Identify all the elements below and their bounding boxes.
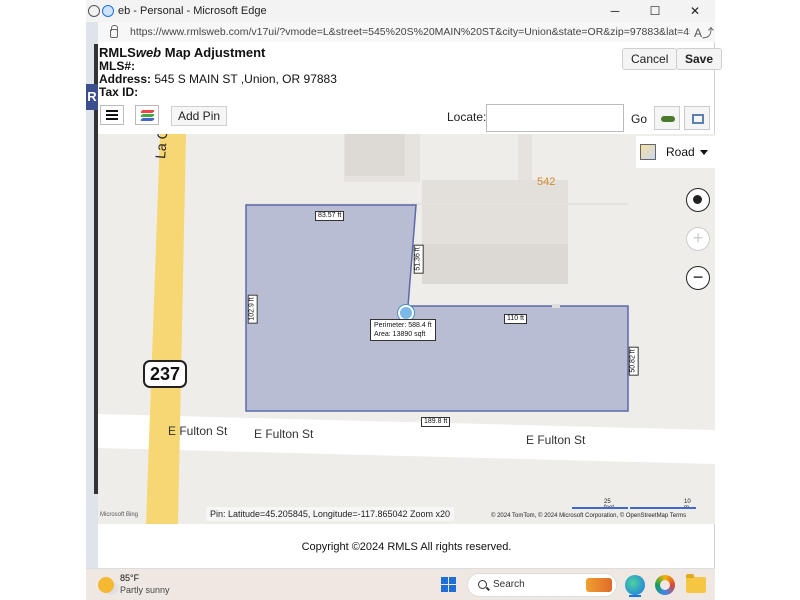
taxid-line: Tax ID: <box>99 85 139 99</box>
cancel-button[interactable]: Cancel <box>622 48 678 70</box>
map-style-label: Road <box>666 145 695 159</box>
window-title: eb - Personal - Microsoft Edge <box>118 5 267 17</box>
address-number-label: 542 <box>537 176 556 188</box>
windows-start-icon[interactable] <box>441 577 457 593</box>
url-text[interactable]: https://www.rmlsweb.com/v17ui/?vmode=L&s… <box>130 26 690 38</box>
measurement-bottom: 189.8 ft <box>421 417 451 427</box>
edge-icon[interactable] <box>102 5 114 17</box>
save-button[interactable]: Save <box>676 48 723 70</box>
close-button[interactable]: ✕ <box>675 0 715 22</box>
mls-line: MLS#: <box>99 59 135 73</box>
car-icon[interactable] <box>654 106 680 130</box>
copyright-text: Copyright ©2024 RMLS All rights reserved… <box>301 541 512 553</box>
minimize-button[interactable]: ─ <box>595 0 635 22</box>
file-explorer-icon[interactable] <box>686 574 706 593</box>
building-footprint <box>345 134 405 176</box>
locate-me-button[interactable] <box>686 188 710 212</box>
page-title: RMLSweb Map Adjustment <box>99 45 266 60</box>
search-highlight-icon <box>586 578 612 592</box>
zoom-out-button[interactable]: − <box>686 266 710 290</box>
address-bar[interactable]: https://www.rmlsweb.com/v17ui/?vmode=L&s… <box>98 22 715 42</box>
desktop-background-strip: R <box>86 0 98 568</box>
background-app-tab: R <box>86 84 98 110</box>
measurement-mid: 110 ft <box>504 314 527 324</box>
reader-view-icon[interactable]: A⤴ <box>694 24 714 41</box>
app-icon[interactable] <box>88 5 100 17</box>
partly-sunny-icon <box>98 577 114 593</box>
taskbar-search[interactable]: Search <box>467 573 617 597</box>
layers-icon[interactable] <box>135 105 159 125</box>
pin-coordinates: Pin: Latitude=45.205845, Longitude=-117.… <box>206 507 454 521</box>
hamburger-menu-icon[interactable] <box>100 105 124 125</box>
scale-meter-label: 10 m <box>684 499 691 511</box>
go-button[interactable]: Go <box>628 108 650 130</box>
map-toolbar: Add Pin Locate: Go <box>98 102 715 134</box>
measurement-right: 50.82 ft <box>628 346 639 376</box>
measurement-notch: 51.36 ft <box>413 244 424 274</box>
weather-condition: Partly sunny <box>120 585 170 595</box>
lock-icon[interactable] <box>110 24 118 38</box>
street-label: E Fulton St <box>526 433 586 447</box>
highway-road <box>146 134 186 524</box>
parcel-info-box: Perimeter: 588.4 ft Area: 13890 sqft <box>370 319 436 341</box>
address-line: Address: 545 S MAIN ST ,Union, OR 97883 <box>99 72 337 86</box>
browser-window: eb - Personal - Microsoft Edge ─ ☐ ✕ htt… <box>86 0 723 568</box>
bing-logo: Microsoft Bing <box>100 512 139 518</box>
zoom-in-button[interactable]: + <box>686 227 710 251</box>
search-label: Search <box>493 579 525 590</box>
street-label: E Fulton St <box>254 427 314 441</box>
road-map-icon <box>640 144 656 160</box>
map-style-selector[interactable]: Road <box>636 136 715 168</box>
chevron-down-icon <box>700 150 708 155</box>
edge-taskbar-icon[interactable] <box>625 575 645 597</box>
area-text: Area: 13890 sqft <box>374 331 426 338</box>
maximize-button[interactable]: ☐ <box>635 0 675 22</box>
print-icon[interactable] <box>684 106 710 130</box>
perimeter-text: Perimeter: 588.4 ft <box>374 322 432 329</box>
title-bar: eb - Personal - Microsoft Edge ─ ☐ ✕ <box>86 0 715 22</box>
building-footprint <box>518 134 532 182</box>
street-label: E Fulton St <box>168 424 228 438</box>
locate-input[interactable] <box>486 104 624 132</box>
scale-feet-label: 25 feet <box>604 499 614 511</box>
add-pin-button[interactable]: Add Pin <box>171 106 228 126</box>
fulton-street <box>98 414 715 464</box>
building-footprint <box>422 244 568 284</box>
search-icon <box>478 580 487 589</box>
page-footer: Copyright ©2024 RMLS All rights reserved… <box>98 524 715 568</box>
map-attribution[interactable]: © 2024 TomTom, © 2024 Microsoft Corporat… <box>491 513 686 519</box>
temperature: 85°F <box>120 573 140 583</box>
highway-shield: 237 <box>143 360 187 388</box>
taskbar: 85°F Partly sunny Search <box>86 568 715 600</box>
measurement-left: 102.9 ft <box>247 294 258 324</box>
measurement-top: 83.57 ft <box>315 211 345 221</box>
photos-taskbar-icon[interactable] <box>655 575 675 595</box>
locate-label: Locate: <box>447 110 487 124</box>
app-header: RMLSweb Map Adjustment MLS#: Address: 54… <box>98 44 723 100</box>
map-canvas[interactable]: La Grande Baker H 237 542 E Fulton St E … <box>98 134 715 524</box>
